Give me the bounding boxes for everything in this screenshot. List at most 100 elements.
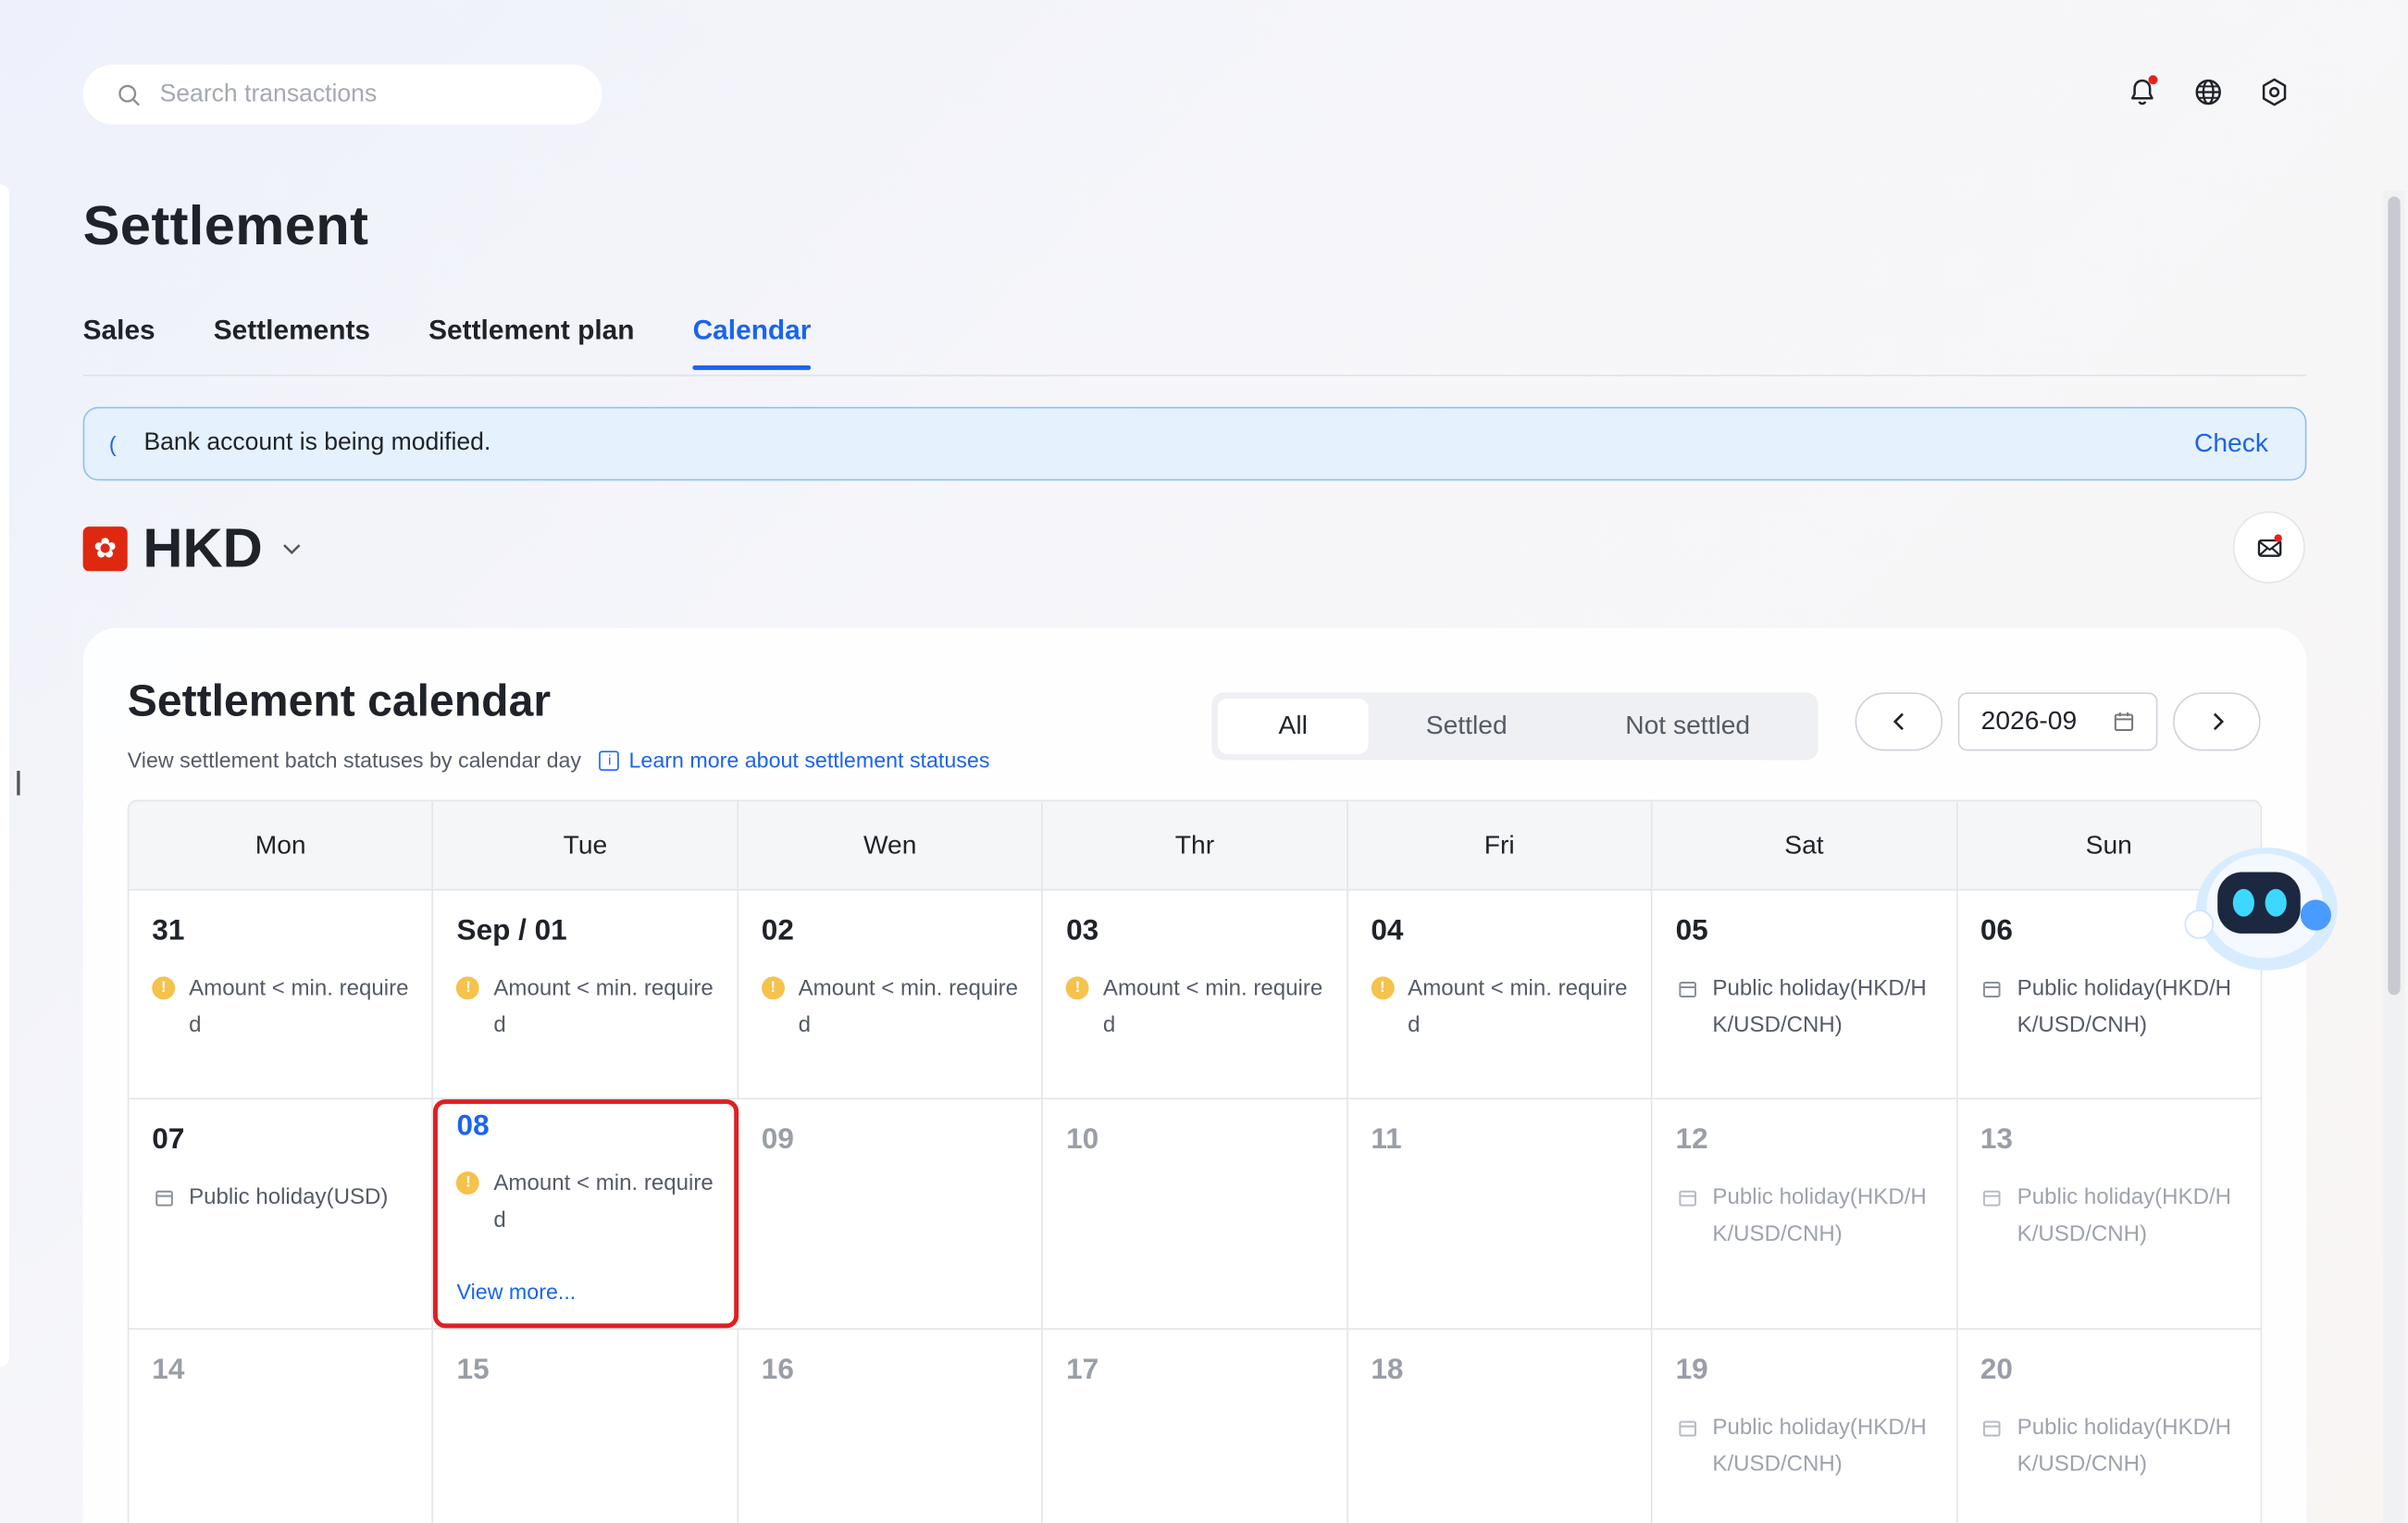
prev-month-button[interactable]: [1855, 692, 1943, 751]
calendar-day-cell[interactable]: 18: [1347, 1330, 1653, 1523]
learn-more-label: Learn more about settlement statuses: [628, 748, 990, 773]
status-holiday: Public holiday(USD): [152, 1179, 432, 1216]
filter-all[interactable]: All: [1217, 699, 1369, 754]
day-number: Sep / 01: [456, 915, 567, 947]
calendar-day-cell[interactable]: 15: [434, 1330, 739, 1523]
filter-not-settled[interactable]: Not settled: [1565, 711, 1811, 741]
weekday-header: Mon Tue Wen Thr Fri Sat Sun: [129, 801, 2261, 891]
hk-flag-icon: ✿: [82, 526, 128, 571]
day-number: 05: [1675, 915, 1708, 947]
tab-calendar[interactable]: Calendar: [692, 315, 812, 370]
header-actions: [2126, 75, 2291, 109]
tab-settlement-plan[interactable]: Settlement plan: [428, 315, 634, 368]
holiday-calendar-icon: [1676, 1416, 1699, 1439]
status-warning: ! Amount < min. require d: [152, 971, 432, 1045]
status-text: Public holiday(HKD/H K/USD/CNH): [2017, 1185, 2232, 1247]
weekday-fri: Fri: [1347, 801, 1653, 889]
calendar-day-cell[interactable]: 20 Public holiday(HKD/H K/USD/CNH): [1957, 1330, 2261, 1523]
day-number: 31: [152, 915, 185, 947]
chevron-left-icon: [1892, 712, 1904, 731]
calendar-day-cell[interactable]: 14: [129, 1330, 434, 1523]
currency-selector[interactable]: ✿ HKD: [82, 515, 303, 581]
info-book-icon: i: [599, 749, 620, 771]
status-text: Public holiday(HKD/H K/USD/CNH): [1712, 1185, 1927, 1247]
calendar-day-cell[interactable]: 09: [739, 1099, 1044, 1329]
calendar-day-cell[interactable]: Sep / 01! Amount < min. require d: [434, 890, 739, 1098]
calendar-day-cell[interactable]: 12 Public holiday(HKD/H K/USD/CNH): [1653, 1099, 1957, 1329]
chevron-right-icon: [2213, 712, 2224, 731]
calendar-icon: [2114, 712, 2134, 732]
email-notification-button[interactable]: [2232, 511, 2305, 584]
banner-check-link[interactable]: Check: [2194, 428, 2268, 459]
calendar-week-row: 31! Amount < min. require d Sep / 01! Amoun…: [129, 890, 2261, 1100]
day-number: 19: [1675, 1354, 1708, 1387]
status-warning: ! Amount < min. require d: [1066, 971, 1347, 1045]
collapsed-sidebar[interactable]: [0, 184, 9, 1367]
month-picker[interactable]: 2026-09: [1957, 692, 2158, 751]
day-number: 04: [1371, 915, 1404, 947]
bell-icon[interactable]: [2126, 75, 2160, 109]
info-banner: ( Bank account is being modified. Check: [82, 406, 2307, 481]
holiday-calendar-icon: [1676, 1185, 1699, 1208]
page-title: Settlement: [82, 193, 369, 257]
calendar-weeks: 31! Amount < min. require d Sep / 01! Amoun…: [129, 890, 2261, 1523]
currency-code: HKD: [143, 515, 263, 579]
sidebar-handle[interactable]: [17, 771, 20, 796]
status-text: Amount < min. require d: [798, 976, 1019, 1038]
holiday-calendar-icon: [1980, 1185, 2004, 1208]
status-holiday: Public holiday(HKD/H K/USD/CNH): [1980, 1179, 2261, 1253]
day-number: 17: [1066, 1354, 1099, 1387]
mail-notification-dot: [2274, 534, 2282, 542]
warning-icon: !: [456, 976, 480, 1000]
calendar-day-cell[interactable]: 16: [739, 1330, 1044, 1523]
calendar-day-cell[interactable]: 11: [1347, 1099, 1653, 1329]
globe-icon[interactable]: [2191, 75, 2226, 109]
status-text: Public holiday(HKD/H K/USD/CNH): [2017, 1415, 2232, 1478]
robot-assistant-icon[interactable]: [2180, 841, 2343, 976]
page-scrollbar[interactable]: [2383, 190, 2405, 1523]
calendar-day-cell[interactable]: 07 Public holiday(USD): [129, 1099, 434, 1329]
tab-settlements[interactable]: Settlements: [214, 315, 370, 368]
day-number: 02: [761, 915, 794, 947]
calendar-day-cell[interactable]: 02! Amount < min. require d: [739, 890, 1044, 1098]
learn-more-link[interactable]: i Learn more about settlement statuses: [599, 748, 990, 773]
tab-sales[interactable]: Sales: [83, 315, 155, 368]
settings-icon[interactable]: [2257, 75, 2291, 109]
search-input[interactable]: Search transactions: [82, 64, 602, 125]
calendar-day-cell[interactable]: 10: [1043, 1099, 1348, 1329]
calendar-day-cell[interactable]: 04 ! Amount < min. require d: [1347, 890, 1653, 1098]
month-value: 2026-09: [1980, 706, 2078, 736]
calendar-week-row: 14 15 16 17 18 19 Public holiday(HKD/H K/USD/C…: [129, 1330, 2260, 1523]
warning-icon: !: [152, 976, 176, 1000]
weekday-tue: Tue: [434, 801, 739, 889]
warning-icon: !: [1371, 976, 1395, 1000]
calendar-day-cell[interactable]: 13 Public holiday(HKD/H K/USD/CNH): [1957, 1099, 2261, 1328]
tab-bar: Sales Settlements Settlement plan Calend…: [83, 315, 812, 370]
calendar-week-row: 07 Public holiday(USD) 08! Amount < min. re…: [129, 1099, 2261, 1331]
warning-icon: !: [456, 1171, 480, 1195]
day-number: 11: [1371, 1123, 1402, 1157]
status-warning: ! Amount < min. require d: [1371, 971, 1651, 1045]
warning-icon: !: [761, 976, 785, 1000]
calendar-day-cell[interactable]: 19 Public holiday(HKD/H K/USD/CNH): [1653, 1330, 1957, 1523]
calendar-day-cell[interactable]: 17: [1043, 1330, 1348, 1523]
search-placeholder: Search transactions: [159, 80, 378, 107]
calendar-day-cell-selected[interactable]: 08! Amount < min. require d View more...: [433, 1099, 739, 1329]
filter-settled[interactable]: Settled: [1369, 711, 1565, 741]
day-number: 15: [456, 1354, 490, 1387]
calendar-subtitle: View settlement batch statuses by calend…: [127, 748, 582, 773]
holiday-calendar-icon: [1980, 1416, 2004, 1439]
app-root: Search transactions Settlement Sales Set…: [0, 0, 2408, 1523]
status-holiday: Public holiday(HKD/H K/USD/CNH): [1676, 971, 1956, 1045]
calendar-grid: Mon Tue Wen Thr Fri Sat Sun 31! Amount < …: [127, 799, 2263, 1523]
notification-dot: [2148, 75, 2158, 85]
weekday-wed: Wen: [739, 801, 1044, 889]
calendar-day-cell[interactable]: 05 Public holiday(HKD/H K/USD/CNH): [1653, 890, 1957, 1098]
scrollbar-thumb[interactable]: [2388, 196, 2401, 996]
day-number: 16: [761, 1354, 794, 1387]
next-month-button[interactable]: [2173, 692, 2261, 751]
calendar-day-cell[interactable]: 03! Amount < min. require d: [1043, 890, 1348, 1098]
status-warning: ! Amount < min. require d: [761, 971, 1042, 1045]
view-more-link[interactable]: View more...: [457, 1279, 577, 1304]
calendar-day-cell[interactable]: 31 ! Amount < min. require d: [129, 890, 434, 1098]
